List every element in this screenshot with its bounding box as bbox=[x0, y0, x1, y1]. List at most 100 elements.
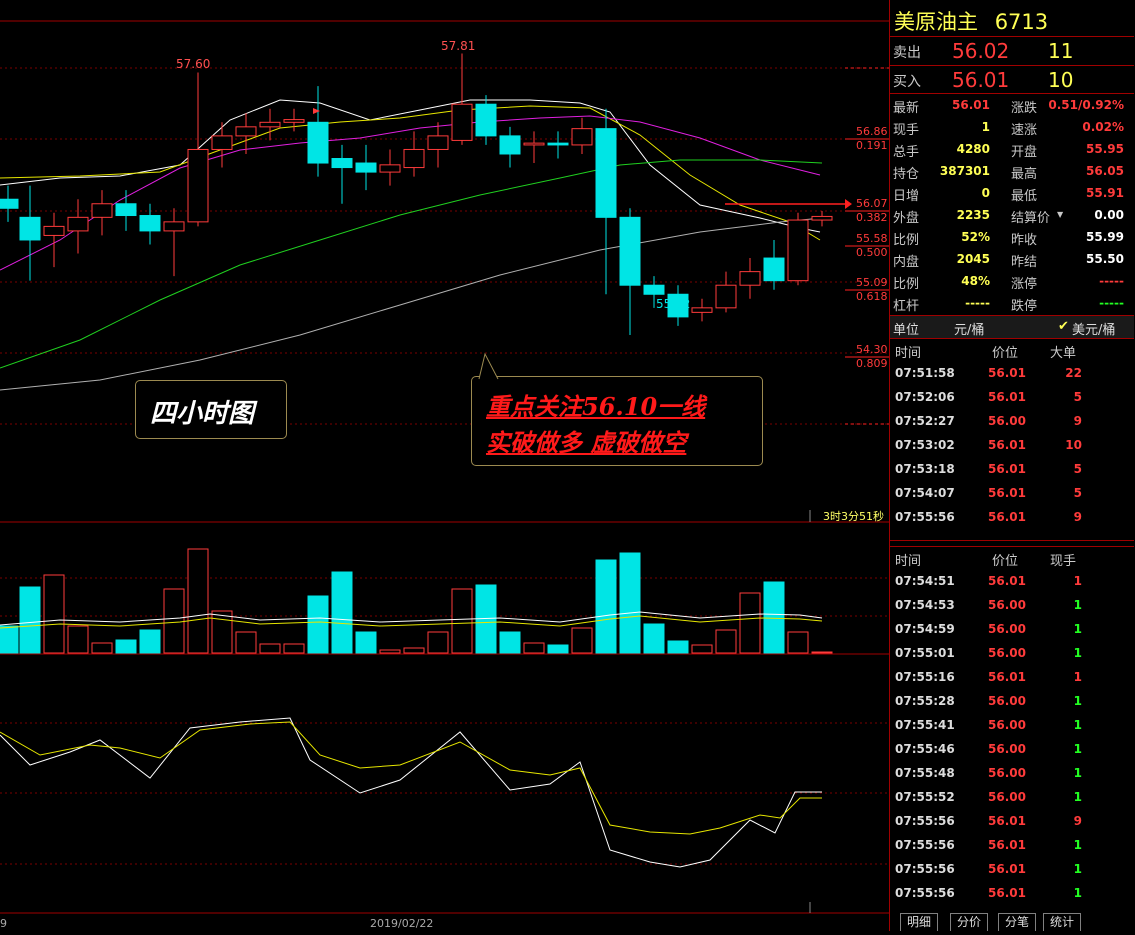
row-qty: 1 bbox=[1073, 670, 1082, 684]
candlestick bbox=[43, 212, 65, 268]
volume-bar bbox=[91, 642, 113, 654]
tick-row[interactable]: 07:55:28 56.00 1 bbox=[890, 690, 1134, 714]
left-tick-label: 9 bbox=[0, 917, 7, 930]
row-price: 56.01 bbox=[988, 486, 1026, 500]
row-qty: 5 bbox=[1073, 462, 1082, 476]
low-label: 55.02 bbox=[656, 297, 691, 311]
kline-chart-area[interactable]: 57.60 57.81 55.02 56.86 0.191 56.07 0.382 55… bbox=[0, 0, 889, 931]
tick-row[interactable]: 07:55:56 56.01 9 bbox=[890, 810, 1134, 834]
candlestick bbox=[19, 185, 41, 281]
row-time: 07:55:56 bbox=[895, 510, 955, 524]
row-qty: 1 bbox=[1073, 862, 1082, 876]
row-qty: 1 bbox=[1073, 694, 1082, 708]
row-qty: 1 bbox=[1073, 886, 1082, 900]
stat-value: 0.02% bbox=[1082, 120, 1124, 134]
volume-bar bbox=[523, 642, 545, 654]
table-header: 价位 bbox=[992, 554, 1019, 569]
volume-bar bbox=[619, 552, 641, 654]
candlestick bbox=[595, 108, 617, 295]
tick-row[interactable]: 07:55:46 56.00 1 bbox=[890, 738, 1134, 762]
tick-row[interactable]: 07:55:48 56.00 1 bbox=[890, 762, 1134, 786]
big-order-row[interactable]: 07:51:58 56.01 22 bbox=[890, 362, 1134, 386]
row-time: 07:54:51 bbox=[895, 574, 955, 588]
candlestick bbox=[139, 203, 161, 245]
fib-price-label: 54.30 bbox=[856, 343, 888, 356]
stat-label: 现手 bbox=[893, 123, 920, 138]
row-time: 07:55:28 bbox=[895, 694, 955, 708]
unit-value[interactable]: 元/桶 bbox=[954, 319, 984, 338]
candlestick bbox=[187, 72, 209, 227]
row-price: 56.01 bbox=[988, 862, 1026, 876]
tick-row[interactable]: 07:55:52 56.00 1 bbox=[890, 786, 1134, 810]
note-pointer-icon bbox=[478, 352, 499, 380]
tick-row[interactable]: 07:55:41 56.00 1 bbox=[890, 714, 1134, 738]
tab-2[interactable]: 分笔 bbox=[998, 913, 1037, 931]
candlestick bbox=[259, 108, 281, 141]
moving-average-line bbox=[0, 105, 821, 241]
row-time: 07:53:02 bbox=[895, 438, 955, 452]
tick-row[interactable]: 07:55:16 56.01 1 bbox=[890, 666, 1134, 690]
big-order-row[interactable]: 07:55:56 56.01 9 bbox=[890, 506, 1134, 530]
row-qty: 9 bbox=[1073, 814, 1082, 828]
volume-bar bbox=[715, 629, 737, 654]
checkmark-icon: ✔ bbox=[1058, 319, 1069, 334]
volume-bar bbox=[427, 631, 449, 654]
row-time: 07:55:56 bbox=[895, 862, 955, 876]
volume-bar bbox=[379, 649, 401, 654]
stat-row: 比例 48% 涨停 ----- bbox=[890, 270, 1134, 292]
tick-row[interactable]: 07:55:56 56.01 1 bbox=[890, 882, 1134, 906]
big-order-row[interactable]: 07:53:18 56.01 5 bbox=[890, 458, 1134, 482]
fib-price-label: 55.58 bbox=[856, 232, 888, 245]
volume-bar bbox=[187, 548, 209, 654]
row-price: 56.01 bbox=[988, 814, 1026, 828]
tab-1[interactable]: 分价 bbox=[950, 913, 989, 931]
tick-row[interactable]: 07:54:53 56.00 1 bbox=[890, 594, 1134, 618]
candlestick bbox=[715, 271, 737, 313]
row-price: 56.00 bbox=[988, 598, 1026, 612]
fib-ratio-label: 0.500 bbox=[856, 246, 888, 259]
instrument-title[interactable]: 美原油主 6713 bbox=[894, 6, 1048, 36]
table-header: 时间 bbox=[895, 554, 922, 569]
volume-bar bbox=[691, 644, 713, 654]
row-qty: 1 bbox=[1073, 742, 1082, 756]
tab-3[interactable]: 统计 bbox=[1043, 913, 1082, 931]
row-price: 56.01 bbox=[988, 670, 1026, 684]
row-qty: 1 bbox=[1073, 598, 1082, 612]
tick-row[interactable]: 07:55:56 56.01 1 bbox=[890, 834, 1134, 858]
row-qty: 5 bbox=[1073, 486, 1082, 500]
big-order-row[interactable]: 07:52:06 56.01 5 bbox=[890, 386, 1134, 410]
big-order-row[interactable]: 07:53:02 56.01 10 bbox=[890, 434, 1134, 458]
stat-label: 比例 bbox=[893, 277, 920, 292]
tab-0[interactable]: 明细 bbox=[900, 913, 939, 931]
candlestick bbox=[355, 144, 377, 191]
volume-bar bbox=[331, 571, 353, 654]
stat-label: 杠杆 bbox=[893, 299, 920, 314]
candlestick bbox=[211, 122, 233, 168]
candlestick bbox=[0, 185, 19, 222]
volume-bar bbox=[811, 651, 833, 654]
tick-row[interactable]: 07:54:59 56.00 1 bbox=[890, 618, 1134, 642]
row-qty: 1 bbox=[1073, 790, 1082, 804]
big-order-row[interactable]: 07:54:07 56.01 5 bbox=[890, 482, 1134, 506]
tick-row[interactable]: 07:55:56 56.01 1 bbox=[890, 858, 1134, 882]
stat-label: 日增 bbox=[893, 189, 920, 204]
unit-alt-option[interactable]: 美元/桶 bbox=[1072, 319, 1115, 338]
row-price: 56.01 bbox=[988, 838, 1026, 852]
tick-row[interactable]: 07:55:01 56.00 1 bbox=[890, 642, 1134, 666]
stat-label: 速涨 bbox=[1011, 123, 1038, 138]
tick-row[interactable]: 07:54:51 56.01 1 bbox=[890, 570, 1134, 594]
stat-value: 56.01 bbox=[952, 98, 990, 112]
row-qty: 5 bbox=[1073, 390, 1082, 404]
candlestick bbox=[523, 131, 545, 164]
row-qty: 1 bbox=[1073, 622, 1082, 636]
stat-value: 4280 bbox=[956, 142, 990, 156]
candlestick bbox=[403, 131, 425, 177]
ask-label: 卖出 bbox=[893, 45, 921, 61]
stat-row: 杠杆 ----- 跌停 ----- bbox=[890, 292, 1134, 314]
moving-average-line bbox=[0, 159, 823, 369]
stat-label: 开盘 bbox=[1011, 145, 1038, 160]
row-qty: 9 bbox=[1073, 414, 1082, 428]
big-order-row[interactable]: 07:52:27 56.00 9 bbox=[890, 410, 1134, 434]
row-price: 56.00 bbox=[988, 622, 1026, 636]
table-header: 大单 bbox=[1050, 346, 1077, 361]
